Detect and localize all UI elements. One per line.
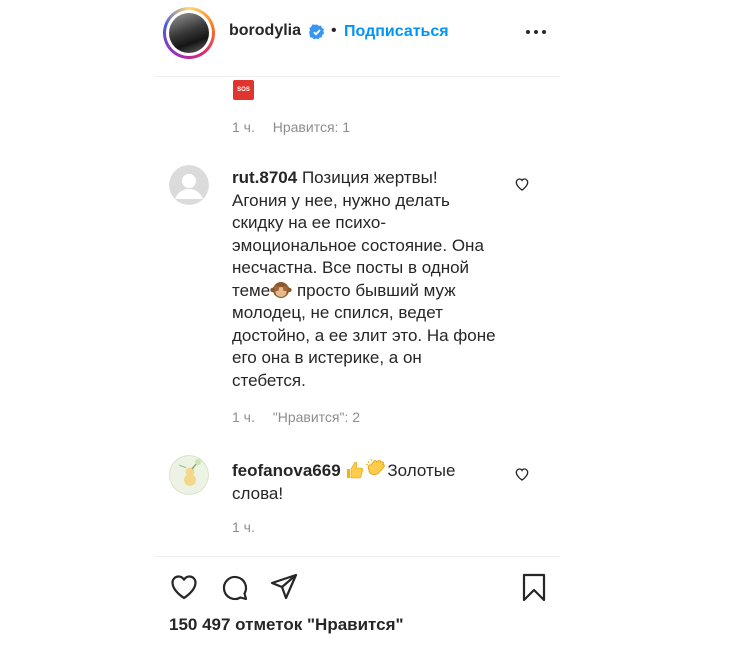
comment-line: слова!	[232, 483, 284, 503]
clapping-hands-emoji-icon	[366, 458, 386, 476]
comment-time[interactable]: 1 ч.	[232, 409, 255, 425]
header-separator: •	[331, 22, 337, 39]
comment-like-heart-icon[interactable]	[514, 176, 530, 192]
author-avatar[interactable]	[163, 7, 215, 59]
comment-meta: 1 ч.	[232, 519, 269, 535]
first-comment-meta: 1 ч. Нравится: 1	[232, 119, 364, 135]
comment-like-heart-icon[interactable]	[514, 466, 530, 482]
comment-likes[interactable]: "Нравится": 2	[273, 409, 360, 425]
heart-icon[interactable]	[169, 572, 199, 602]
commenter-avatar[interactable]	[169, 165, 209, 205]
comment-line: его она в истерике, а он	[232, 348, 422, 367]
share-icon[interactable]	[269, 572, 299, 602]
comment-meta: 1 ч. "Нравится": 2	[232, 409, 374, 425]
comment-line: несчастна. Все посты в одной	[232, 258, 470, 277]
post-header: borodylia • Подписаться	[155, 0, 560, 77]
more-options-icon[interactable]	[525, 22, 547, 42]
likes-count[interactable]: 150 497 отметок "Нравится"	[169, 615, 404, 635]
comment-line: Агония у нее, нужно делать	[232, 190, 450, 210]
comment-time[interactable]: 1 ч.	[232, 519, 255, 535]
comment-likes[interactable]: Нравится: 1	[273, 119, 350, 135]
commenter-avatar[interactable]	[169, 455, 209, 495]
comment-line: Золотые	[387, 461, 456, 480]
comment-line: просто бывший муж	[296, 280, 456, 300]
comment-line: эмоциональное состояние. Она	[232, 235, 484, 255]
comment-line: теме	[232, 280, 271, 300]
follow-button[interactable]: Подписаться	[344, 23, 449, 41]
thumbs-up-emoji-icon	[347, 461, 364, 479]
comment-line: стебется.	[232, 370, 306, 390]
bookmark-icon[interactable]	[519, 572, 549, 602]
comment-line: Позиция жертвы!	[301, 168, 438, 187]
author-username[interactable]: borodylia	[229, 22, 301, 40]
sos-emoji-icon: SOS	[233, 80, 254, 100]
commenter-username[interactable]: rut.8704	[232, 168, 297, 187]
actions-divider	[155, 556, 560, 557]
comment-body: rut.8704 Позиция жертвы! Агония у нее, н…	[232, 167, 512, 392]
monkey-emoji-icon	[270, 281, 292, 298]
comment-line: достойно, а ее злит это. На фоне	[232, 325, 496, 345]
comment-time[interactable]: 1 ч.	[232, 119, 255, 135]
comment-icon[interactable]	[219, 572, 249, 602]
verified-badge-icon	[309, 24, 325, 40]
comment-line: молодец, не спился, ведет	[232, 303, 443, 322]
post-panel: borodylia • Подписаться SOS 1 ч. Нравитс…	[155, 0, 560, 648]
comment-line: скидку на ее психо-	[232, 213, 387, 232]
comment-body: feofanova669 Золотые слова!	[232, 458, 512, 505]
commenter-username[interactable]: feofanova669	[232, 461, 341, 480]
